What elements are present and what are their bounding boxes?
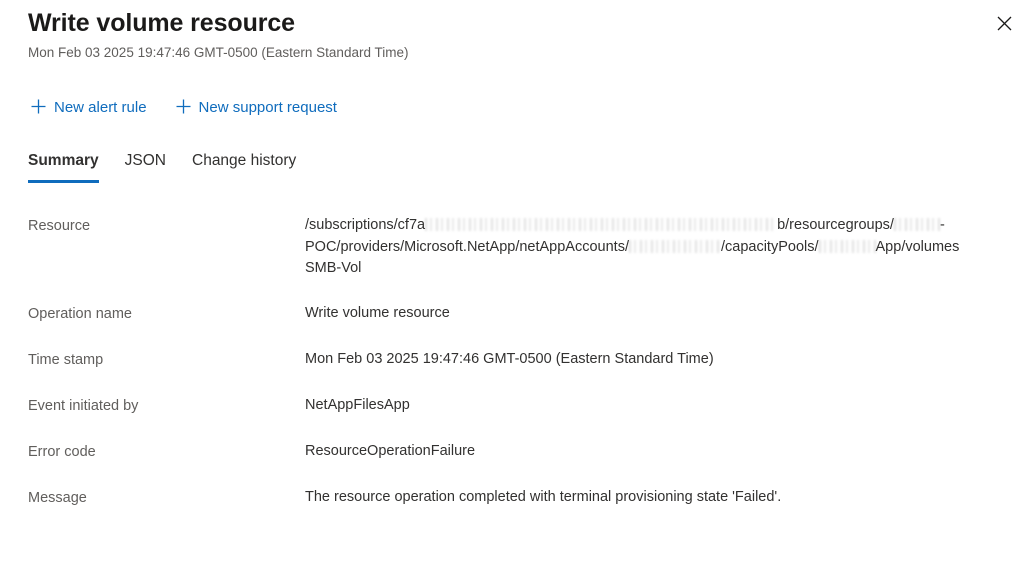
redacted-netapp-account (628, 239, 721, 253)
tab-summary[interactable]: Summary (28, 150, 112, 183)
new-support-request-button[interactable]: New support request (173, 96, 339, 120)
redacted-resource-group (893, 218, 940, 231)
new-support-request-label: New support request (198, 99, 337, 116)
new-alert-rule-label: New alert rule (54, 99, 147, 116)
close-button[interactable] (988, 8, 1020, 38)
resource-path-line1-suffix: - (939, 217, 945, 233)
command-bar: New alert rule New support request (28, 96, 339, 120)
page-title: Write volume resource (28, 9, 295, 37)
resource-path-value: /subscriptions/cf7a b/resourcegroups/ - PO… (305, 215, 1026, 280)
resource-path-volume-name: SMB-Vol (305, 260, 362, 276)
blade-header: Write volume resource Mon Feb 03 2025 19… (0, 0, 1026, 62)
page-subtitle-timestamp: Mon Feb 03 2025 19:47:46 GMT-0500 (Easte… (28, 45, 409, 60)
plus-icon (175, 98, 192, 118)
resource-path-line2-suffix: App/volumes (875, 238, 960, 255)
tab-change-history[interactable]: Change history (179, 150, 309, 183)
time-stamp-value: Mon Feb 03 2025 19:47:46 GMT-0500 (Easte… (305, 350, 714, 367)
property-row-message: Message The resource operation completed… (28, 487, 1026, 509)
resource-path-prefix: /subscriptions/cf7a (305, 217, 426, 233)
resource-path-resourcegroups: b/resourcegroups/ (777, 217, 894, 233)
property-row-resource: Resource /subscriptions/cf7a b/resourcegr… (28, 215, 1026, 280)
tab-strip: Summary JSON Change history (28, 150, 309, 183)
error-code-value: ResourceOperationFailure (305, 442, 476, 459)
property-row-time-stamp: Time stamp Mon Feb 03 2025 19:47:46 GMT-… (28, 349, 1026, 371)
summary-property-list: Resource /subscriptions/cf7a b/resourcegr… (28, 215, 1026, 533)
tab-json[interactable]: JSON (112, 150, 179, 183)
property-label: Message (28, 489, 87, 506)
property-label: Operation name (28, 305, 132, 322)
event-initiated-by-value: NetAppFilesApp (305, 396, 410, 413)
plus-icon (30, 98, 47, 118)
property-row-operation-name: Operation name Write volume resource (28, 303, 1026, 325)
close-icon (997, 16, 1012, 31)
new-alert-rule-button[interactable]: New alert rule (28, 96, 149, 120)
activity-log-detail-blade: Write volume resource Mon Feb 03 2025 19… (0, 0, 1026, 577)
resource-path-capacitypools: /capacityPools/ (720, 238, 819, 255)
operation-name-value: Write volume resource (305, 304, 450, 321)
property-label: Event initiated by (28, 397, 139, 414)
property-row-event-initiated-by: Event initiated by NetAppFilesApp (28, 395, 1026, 417)
redacted-capacity-pool (818, 239, 876, 253)
resource-path-providers: POC/providers/Microsoft.NetApp/netAppAcc… (305, 238, 629, 255)
message-value: The resource operation completed with te… (305, 488, 782, 505)
property-row-error-code: Error code ResourceOperationFailure (28, 441, 1026, 463)
property-label: Error code (28, 443, 96, 460)
property-label: Time stamp (28, 351, 104, 368)
property-label: Resource (28, 218, 91, 234)
redacted-subscription-id (425, 218, 778, 231)
